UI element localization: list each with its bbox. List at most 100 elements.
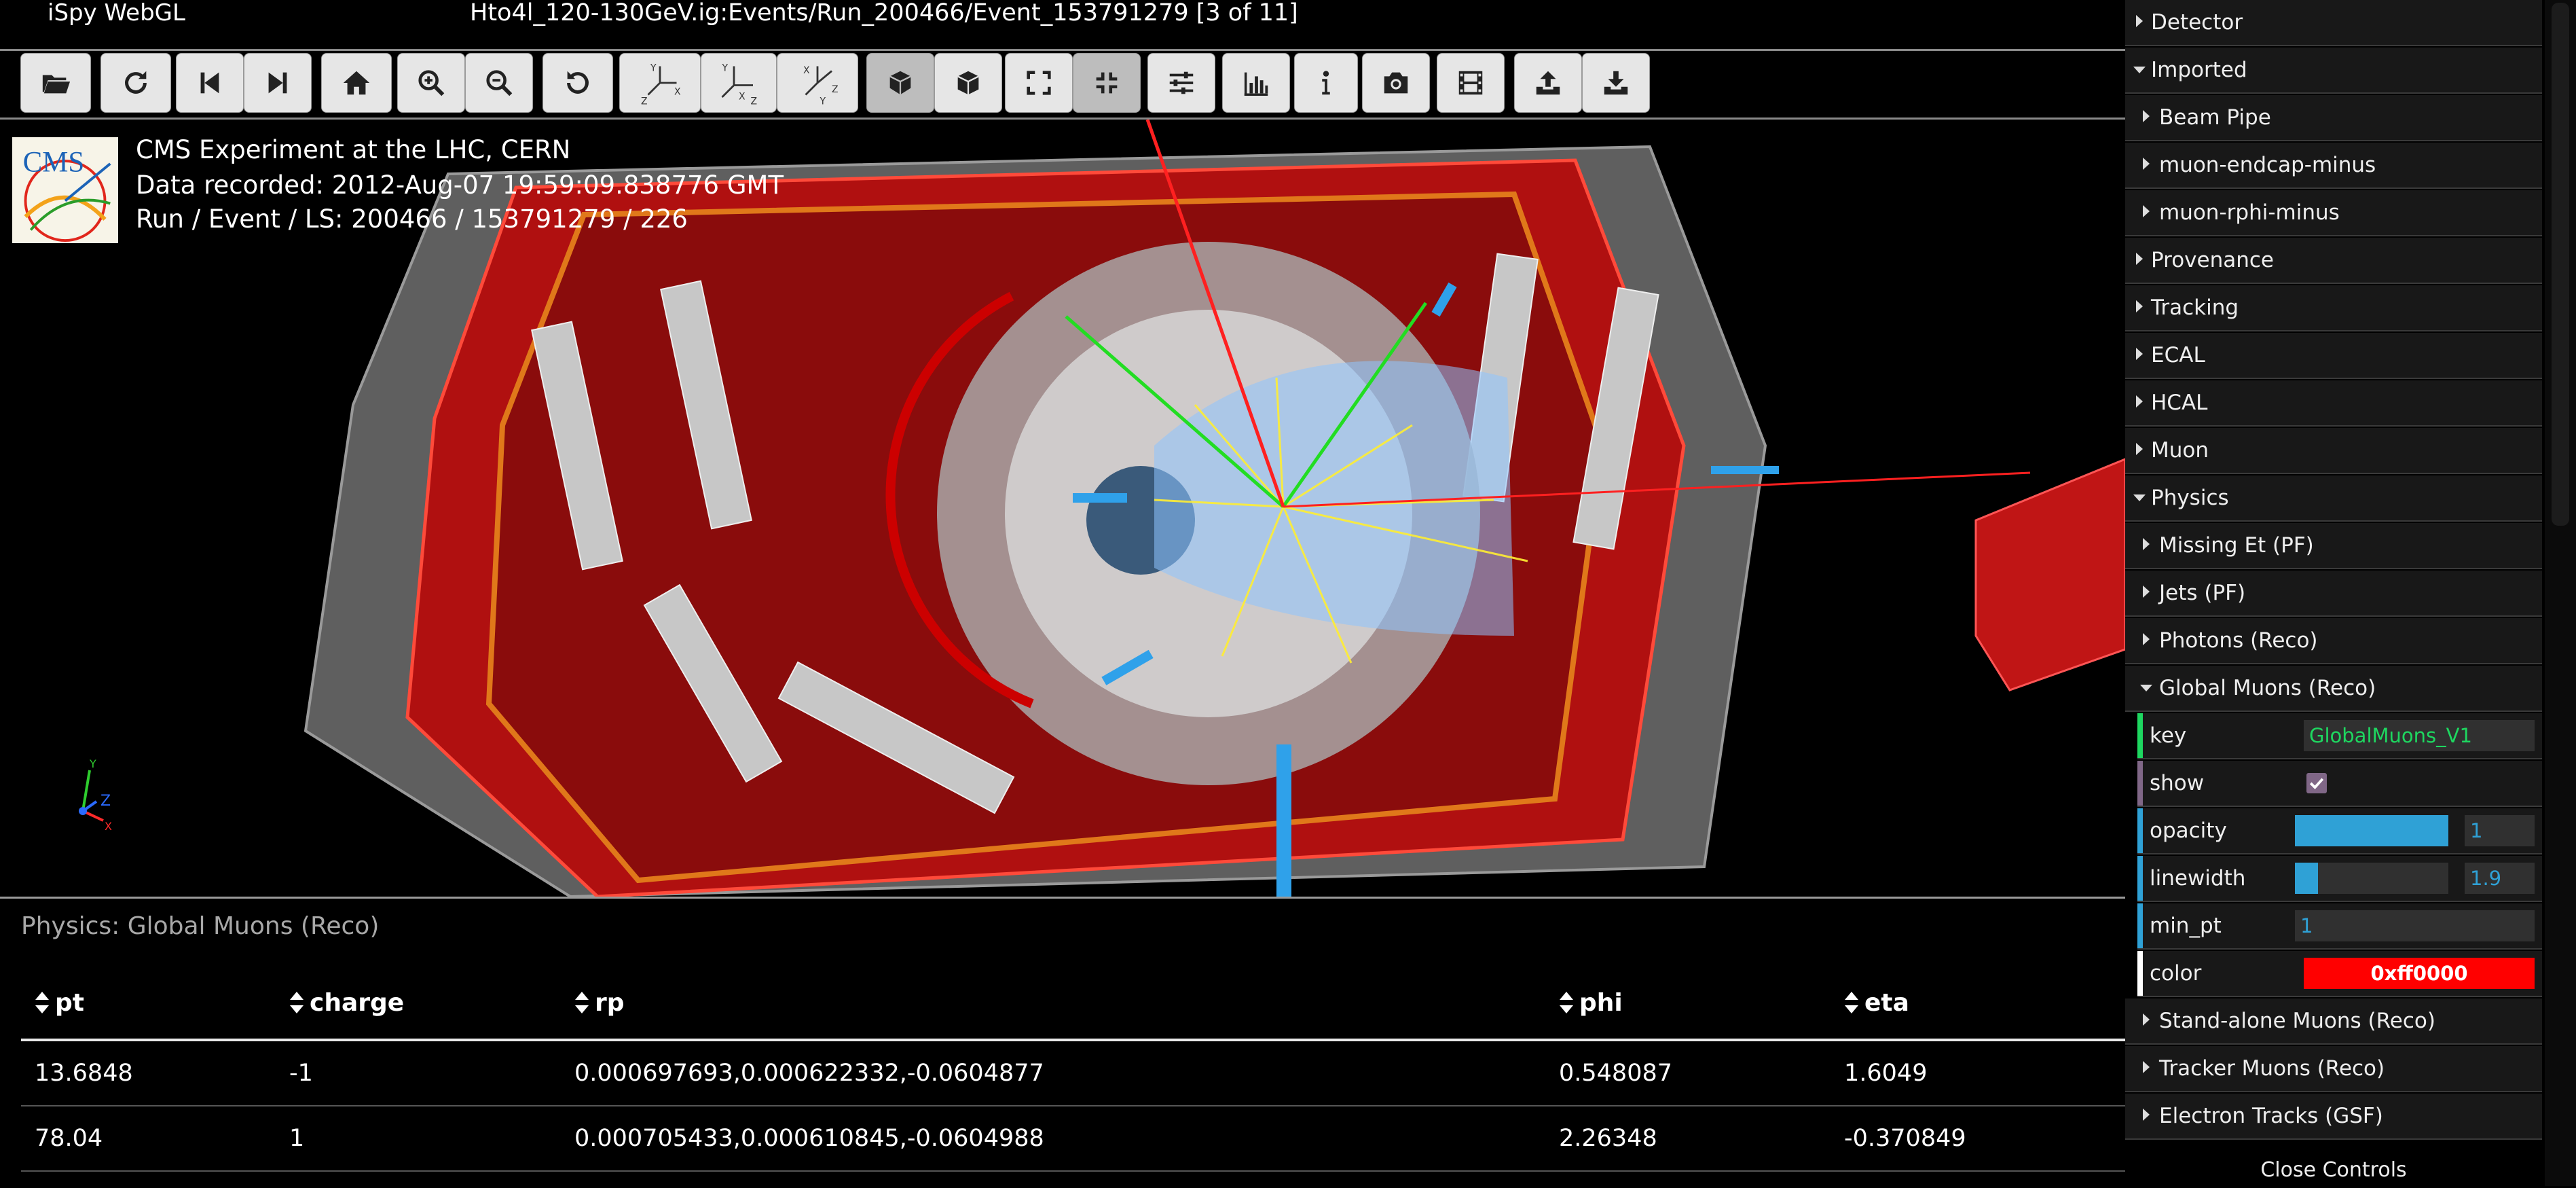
folder-muon-rphi-minus[interactable]: muon-rphi-minus [2125, 190, 2542, 236]
close-controls-button[interactable]: Close Controls [2125, 1155, 2542, 1186]
view-yx-button[interactable]: Y X Z [619, 53, 701, 113]
opacity-accent [2137, 808, 2143, 853]
folder-open-icon [42, 75, 71, 94]
data-recorded-label: Data recorded: 2012-Aug-07 19:59:09.8387… [136, 170, 784, 200]
control-min-pt: min_pt 1 [2137, 903, 2542, 950]
svg-text:X: X [105, 820, 112, 833]
control-show: show [2137, 761, 2542, 807]
settings-button[interactable] [1147, 53, 1215, 113]
axis-yx-icon: Y X Z [641, 63, 681, 107]
folder-detector[interactable]: Detector [2125, 0, 2542, 46]
folder-provenance[interactable]: Provenance [2125, 238, 2542, 284]
folder-photons[interactable]: Photons (Reco) [2125, 618, 2542, 664]
folder-ecal[interactable]: ECAL [2125, 333, 2542, 379]
zoom-in-icon [418, 70, 445, 96]
svg-text:Z: Z [100, 793, 111, 810]
view-xz-button[interactable]: Y XZ [701, 53, 777, 113]
caret-right-icon [2143, 1109, 2150, 1121]
exit-fullscreen-button[interactable] [1073, 53, 1141, 113]
panel-scrollbar[interactable] [2545, 0, 2576, 1186]
reload-button[interactable] [100, 53, 171, 113]
cell-rp: 0.000697693,0.000622332,-0.0604877 [561, 1040, 1545, 1106]
expand-icon [1027, 71, 1051, 95]
column-header-pt[interactable]: pt [21, 967, 276, 1041]
caret-right-icon [2136, 253, 2143, 265]
show-checkbox[interactable] [2306, 773, 2327, 793]
column-header-phi[interactable]: phi [1545, 967, 1830, 1041]
column-header-eta[interactable]: eta [1830, 967, 2125, 1041]
axes-gizmo: Y X Z [79, 757, 112, 833]
key-field[interactable]: GlobalMuons_V1 [2304, 720, 2535, 751]
screenshot-button[interactable] [1362, 53, 1430, 113]
step-forward-icon [268, 72, 287, 94]
previous-event-button[interactable] [176, 53, 244, 113]
upload-icon [1536, 71, 1560, 95]
info-button[interactable] [1294, 53, 1358, 113]
folder-physics[interactable]: Physics [2125, 475, 2542, 522]
folder-beam-pipe[interactable]: Beam Pipe [2125, 95, 2542, 141]
linewidth-slider-fill [2295, 863, 2318, 894]
cube-perspective-icon [889, 71, 911, 95]
folder-muon-endcap-minus[interactable]: muon-endcap-minus [2125, 143, 2542, 189]
experiment-label: CMS Experiment at the LHC, CERN [136, 135, 571, 164]
opacity-field[interactable]: 1 [2465, 815, 2535, 846]
svg-text:X: X [674, 87, 681, 98]
svg-text:Y: Y [89, 757, 96, 770]
reset-rotation-button[interactable] [542, 53, 613, 113]
caret-down-icon [2140, 685, 2152, 691]
home-button[interactable] [321, 53, 392, 113]
folder-tracking[interactable]: Tracking [2125, 285, 2542, 331]
data-table-panel: Physics: Global Muons (Reco) pt charge r… [0, 897, 2125, 1188]
folder-global-muons[interactable]: Global Muons (Reco) [2125, 666, 2542, 712]
folder-imported[interactable]: Imported [2125, 48, 2542, 94]
cell-rp: 0.000705433,0.000610845,-0.0604988 [561, 1106, 1545, 1172]
zoom-in-button[interactable] [397, 53, 465, 113]
folder-tracker-muons[interactable]: Tracker Muons (Reco) [2125, 1046, 2542, 1092]
color-picker[interactable]: 0xff0000 [2304, 958, 2535, 989]
svg-text:Z: Z [832, 84, 839, 95]
sliders-icon [1169, 71, 1194, 94]
caret-right-icon [2143, 586, 2150, 598]
reload-icon [125, 71, 147, 94]
detector-scene[interactable] [0, 120, 2125, 897]
folder-missing-et[interactable]: Missing Et (PF) [2125, 523, 2542, 569]
muon-hit [1073, 493, 1127, 503]
sort-icon [35, 991, 49, 1013]
next-event-button[interactable] [244, 53, 312, 113]
opacity-slider[interactable] [2295, 815, 2448, 846]
linewidth-field[interactable]: 1.9 [2465, 863, 2535, 894]
camera-icon [1384, 72, 1408, 94]
linewidth-slider[interactable] [2295, 863, 2448, 894]
info-icon [1322, 71, 1330, 95]
fullscreen-button[interactable] [1005, 53, 1073, 113]
event-display-viewport[interactable]: CMS CMS Experiment at the LHC, CERN Data… [0, 120, 2125, 897]
folder-muon[interactable]: Muon [2125, 428, 2542, 474]
linewidth-accent [2137, 856, 2143, 901]
export-button[interactable] [1514, 53, 1582, 113]
zoom-out-button[interactable] [465, 53, 533, 113]
table-row[interactable]: 13.6848 -1 0.000697693,0.000622332,-0.06… [21, 1040, 2125, 1106]
import-button[interactable] [1582, 53, 1650, 113]
chart-button[interactable] [1222, 53, 1290, 113]
perspective-button[interactable] [866, 53, 934, 113]
undo-icon [567, 71, 589, 94]
animate-button[interactable] [1437, 53, 1505, 113]
caret-right-icon [2143, 633, 2150, 645]
column-header-charge[interactable]: charge [276, 967, 561, 1041]
min-pt-field[interactable]: 1 [2295, 910, 2535, 941]
caret-right-icon [2136, 395, 2143, 408]
view-yz-button[interactable]: X YZ [777, 53, 858, 113]
folder-hcal[interactable]: HCAL [2125, 380, 2542, 427]
axis-xz-icon: Y X Z [722, 63, 758, 107]
folder-jets[interactable]: Jets (PF) [2125, 571, 2542, 617]
color-accent [2137, 951, 2143, 996]
folder-electron-tracks[interactable]: Electron Tracks (GSF) [2125, 1094, 2542, 1140]
table-row[interactable]: 78.04 1 0.000705433,0.000610845,-0.06049… [21, 1106, 2125, 1172]
open-file-button[interactable] [20, 53, 91, 113]
home-icon [343, 71, 370, 95]
scrollbar-thumb[interactable] [2552, 3, 2569, 526]
orthographic-button[interactable] [934, 53, 1002, 113]
folder-standalone-muons[interactable]: Stand-alone Muons (Reco) [2125, 998, 2542, 1045]
column-header-rp[interactable]: rp [561, 967, 1545, 1041]
caret-right-icon [2143, 1061, 2150, 1073]
